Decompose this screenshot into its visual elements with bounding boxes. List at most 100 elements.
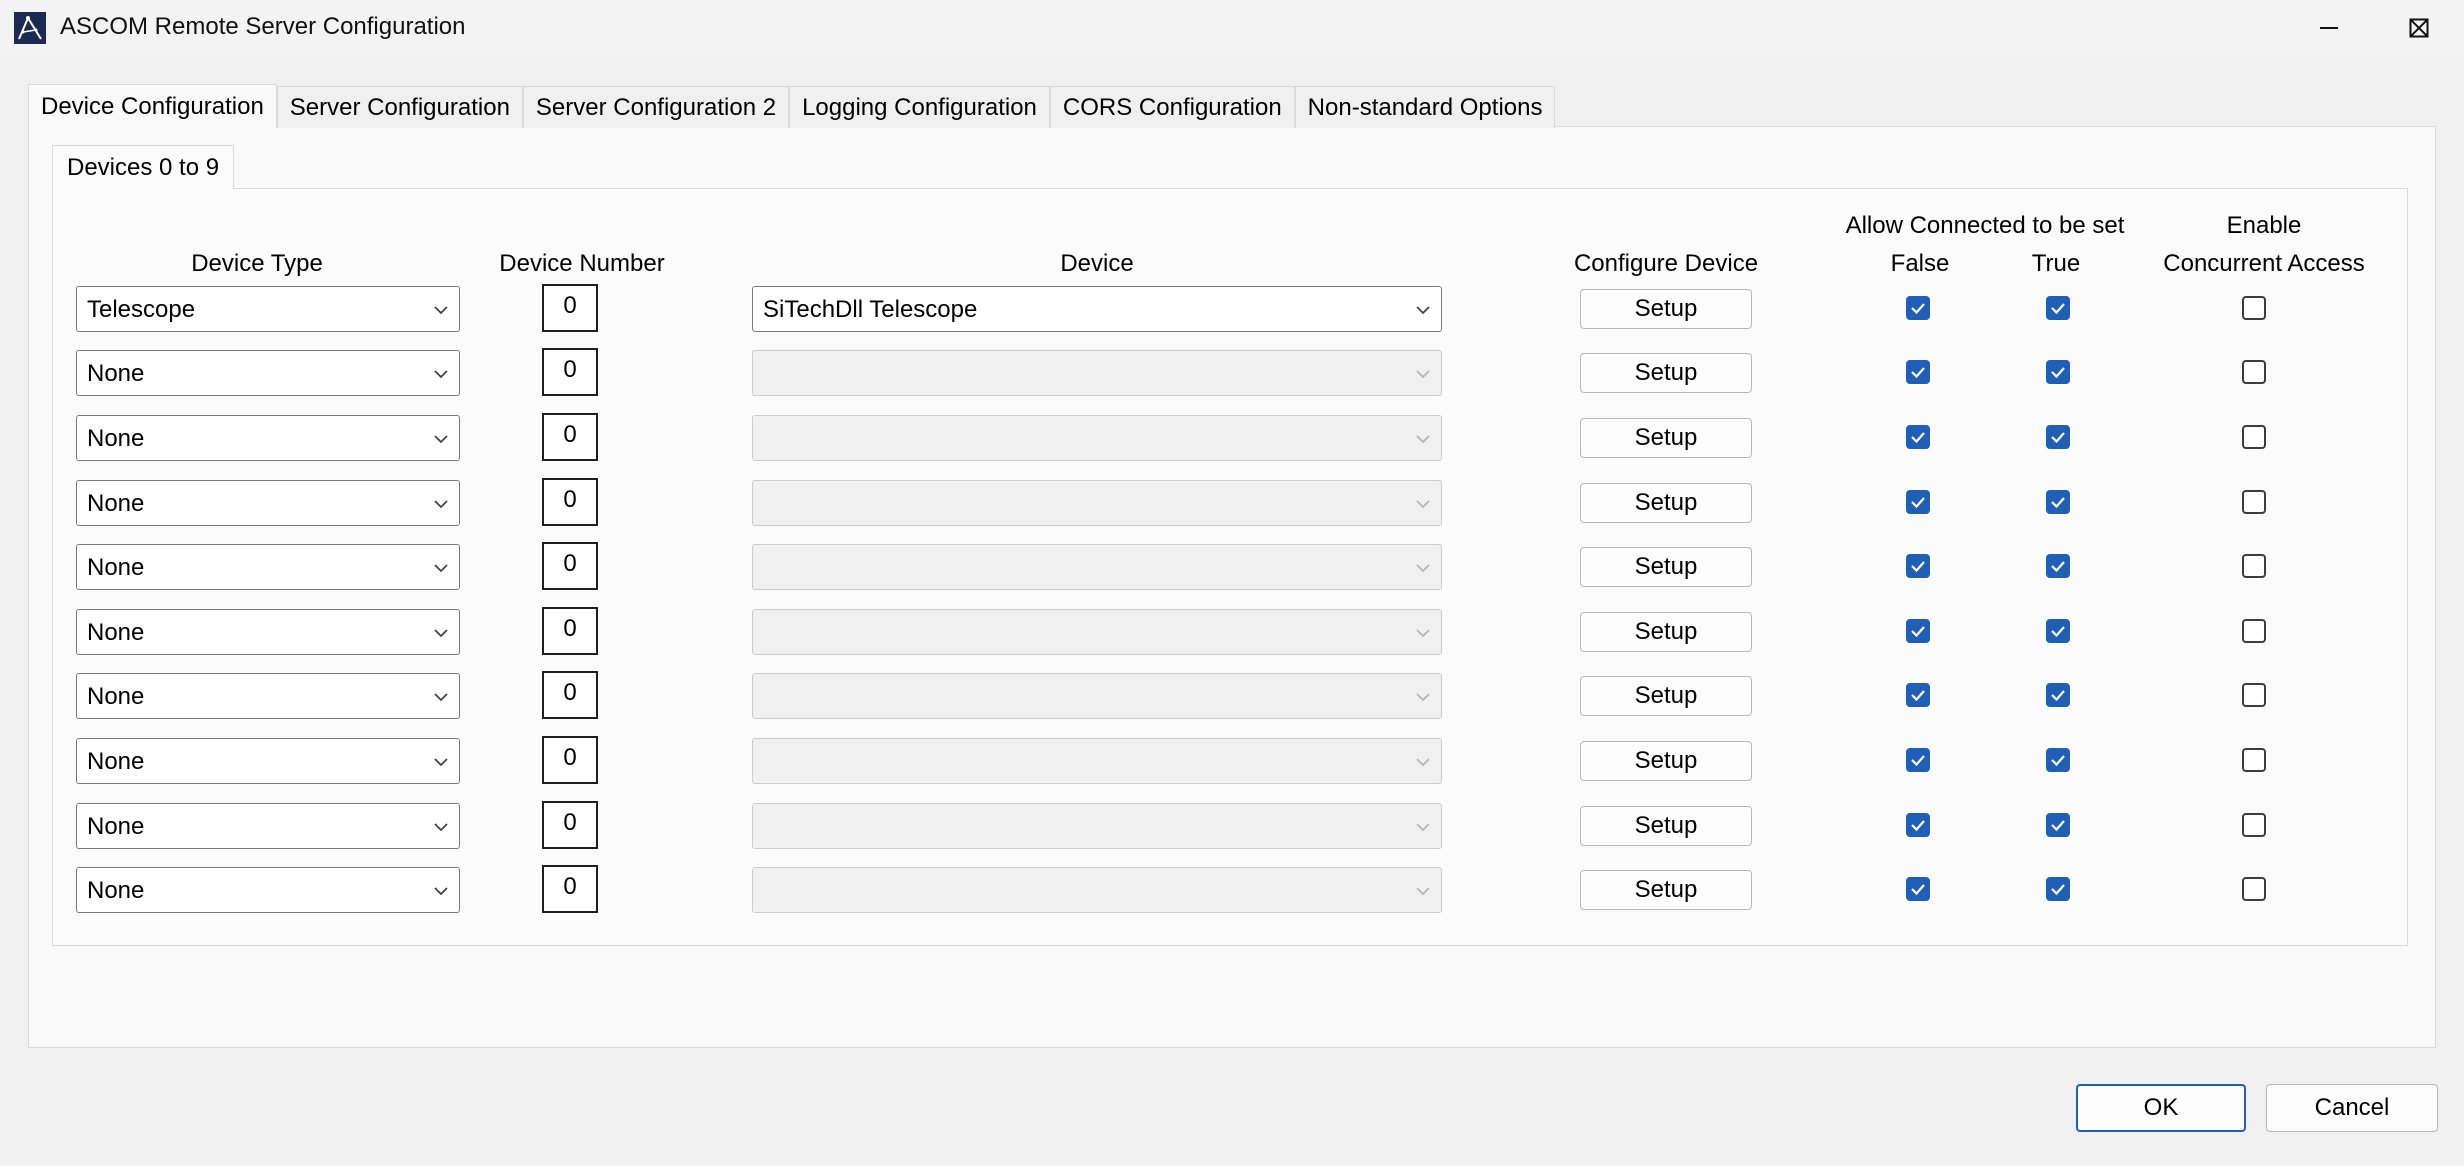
device-value: SiTechDll Telescope [763,296,978,323]
allow-connected-false-checkbox[interactable] [1906,813,1930,837]
allow-connected-false-checkbox[interactable] [1906,619,1930,643]
device-type-select[interactable]: None [76,738,460,784]
concurrent-access-checkbox[interactable] [2242,296,2266,320]
setup-button[interactable]: Setup [1580,806,1752,846]
device-type-select[interactable]: None [76,350,460,396]
allow-connected-true-checkbox[interactable] [2046,425,2070,449]
device-type-select[interactable]: None [76,609,460,655]
tab-devices-0-to-9[interactable]: Devices 0 to 9 [52,145,235,189]
device-number-field[interactable]: 0 [542,736,598,784]
allow-connected-true-checkbox[interactable] [2046,748,2070,772]
checkmark-icon [2051,303,2065,315]
setup-button[interactable]: Setup [1580,483,1752,523]
close-icon [2409,18,2429,38]
device-select [752,350,1442,396]
device-row: None 0 Setup [0,478,2464,528]
concurrent-access-checkbox[interactable] [2242,425,2266,449]
chevron-down-icon [1416,435,1430,444]
chevron-down-icon [434,758,448,767]
tab-non-standard-options[interactable]: Non-standard Options [1294,86,1556,128]
tab-device-configuration[interactable]: Device Configuration [28,84,277,128]
device-type-value: None [87,877,145,904]
device-number-field[interactable]: 0 [542,542,598,590]
device-select[interactable]: SiTechDll Telescope [752,286,1442,332]
device-type-select[interactable]: None [76,673,460,719]
device-select [752,673,1442,719]
setup-button[interactable]: Setup [1580,676,1752,716]
device-row: None 0 Setup [0,607,2464,657]
device-row: None 0 Setup [0,865,2464,915]
device-type-select[interactable]: None [76,803,460,849]
concurrent-access-checkbox[interactable] [2242,683,2266,707]
checkmark-icon [1911,884,1925,896]
allow-connected-false-checkbox[interactable] [1906,683,1930,707]
allow-connected-true-checkbox[interactable] [2046,877,2070,901]
device-type-select[interactable]: None [76,544,460,590]
allow-connected-false-checkbox[interactable] [1906,425,1930,449]
device-number-field[interactable]: 0 [542,671,598,719]
device-row: None 0 Setup [0,542,2464,592]
device-row: Telescope 0 SiTechDll Telescope Setup [0,284,2464,334]
device-number-field[interactable]: 0 [542,865,598,913]
device-number-field[interactable]: 0 [542,478,598,526]
setup-button[interactable]: Setup [1580,289,1752,329]
allow-connected-true-checkbox[interactable] [2046,360,2070,384]
allow-connected-false-checkbox[interactable] [1906,748,1930,772]
close-button[interactable] [2374,0,2464,56]
chevron-down-icon [434,693,448,702]
minimize-button[interactable] [2284,0,2374,56]
allow-connected-false-checkbox[interactable] [1906,296,1930,320]
allow-connected-false-checkbox[interactable] [1906,360,1930,384]
checkmark-icon [1911,497,1925,509]
concurrent-access-checkbox[interactable] [2242,554,2266,578]
allow-connected-false-checkbox[interactable] [1906,877,1930,901]
concurrent-access-checkbox[interactable] [2242,748,2266,772]
allow-connected-true-checkbox[interactable] [2046,490,2070,514]
setup-button[interactable]: Setup [1580,353,1752,393]
device-type-select[interactable]: None [76,480,460,526]
setup-button[interactable]: Setup [1580,547,1752,587]
chevron-down-icon [1416,887,1430,896]
header-true: True [2031,250,2081,277]
setup-button[interactable]: Setup [1580,612,1752,652]
allow-connected-true-checkbox[interactable] [2046,619,2070,643]
setup-button[interactable]: Setup [1580,418,1752,458]
allow-connected-false-checkbox[interactable] [1906,490,1930,514]
allow-connected-false-checkbox[interactable] [1906,554,1930,578]
title-bar: ASCOM Remote Server Configuration [0,0,2464,56]
checkmark-icon [1911,367,1925,379]
device-number-field[interactable]: 0 [542,284,598,332]
concurrent-access-checkbox[interactable] [2242,813,2266,837]
minimize-icon [2320,27,2338,29]
device-type-select[interactable]: None [76,415,460,461]
device-number-field[interactable]: 0 [542,801,598,849]
tab-cors-configuration[interactable]: CORS Configuration [1049,86,1295,128]
allow-connected-true-checkbox[interactable] [2046,296,2070,320]
window-title: ASCOM Remote Server Configuration [60,13,466,40]
concurrent-access-checkbox[interactable] [2242,619,2266,643]
setup-button[interactable]: Setup [1580,870,1752,910]
device-row: None 0 Setup [0,671,2464,721]
device-number-field[interactable]: 0 [542,413,598,461]
chevron-down-icon [434,564,448,573]
ok-button[interactable]: OK [2076,1084,2246,1132]
header-device-type: Device Type [191,250,323,277]
checkmark-icon [1911,626,1925,638]
allow-connected-true-checkbox[interactable] [2046,683,2070,707]
concurrent-access-checkbox[interactable] [2242,490,2266,514]
device-type-select[interactable]: Telescope [76,286,460,332]
cancel-button[interactable]: Cancel [2266,1084,2438,1132]
concurrent-access-checkbox[interactable] [2242,877,2266,901]
concurrent-access-checkbox[interactable] [2242,360,2266,384]
device-select [752,803,1442,849]
device-type-select[interactable]: None [76,867,460,913]
device-number-field[interactable]: 0 [542,348,598,396]
tab-server-configuration-2[interactable]: Server Configuration 2 [522,86,790,128]
tab-logging-configuration[interactable]: Logging Configuration [789,86,1050,128]
allow-connected-true-checkbox[interactable] [2046,813,2070,837]
device-number-field[interactable]: 0 [542,607,598,655]
tab-server-configuration[interactable]: Server Configuration [276,86,523,128]
checkmark-icon [1911,432,1925,444]
setup-button[interactable]: Setup [1580,741,1752,781]
allow-connected-true-checkbox[interactable] [2046,554,2070,578]
